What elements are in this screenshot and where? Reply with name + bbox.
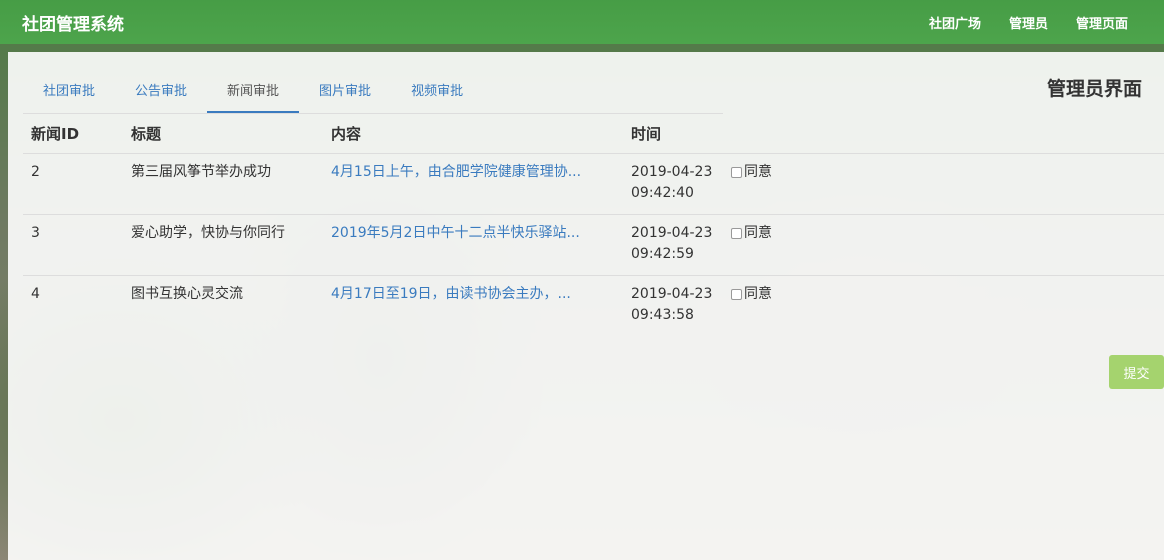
news-content-cell: 2019年5月2日中午十二点半快乐驿站...	[323, 214, 623, 276]
table-row: 4 图书互换心灵交流 4月17日至19日，由读书协会主办，... 2019-04…	[23, 275, 1164, 336]
column-header-action	[723, 114, 1164, 154]
news-time: 09:43:58	[631, 306, 694, 323]
nav-link-club-square[interactable]: 社团广场	[915, 13, 995, 32]
news-id-cell: 2	[23, 153, 123, 215]
news-content-cell: 4月17日至19日，由读书协会主办，...	[323, 275, 623, 336]
news-time: 09:42:59	[631, 245, 694, 262]
table-header-row: 新闻ID 标题 内容 时间	[23, 114, 1164, 154]
agree-checkbox[interactable]: 同意	[731, 223, 772, 244]
tab-video-review[interactable]: 视频审批	[391, 72, 483, 113]
column-header-news-id: 新闻ID	[23, 114, 123, 154]
main-panel: 社团审批 公告审批 新闻审批 图片审批 视频审批 管理员界面 新闻ID 标题 内…	[8, 52, 1164, 560]
agree-checkbox[interactable]: 同意	[731, 284, 772, 305]
review-tabs: 社团审批 公告审批 新闻审批 图片审批 视频审批	[23, 72, 723, 114]
news-content-link[interactable]: 4月15日上午，由合肥学院健康管理协...	[331, 162, 615, 183]
top-navbar: 社团管理系统 社团广场 管理员 管理页面	[0, 0, 1164, 44]
news-title-cell: 第三届风筝节举办成功	[123, 153, 323, 215]
news-title-cell: 图书互换心灵交流	[131, 285, 243, 302]
news-content-link[interactable]: 2019年5月2日中午十二点半快乐驿站...	[331, 223, 615, 244]
news-time-cell: 2019-04-23 09:42:59	[623, 214, 723, 276]
checkbox-box[interactable]	[731, 288, 742, 300]
column-header-title: 标题	[123, 114, 323, 154]
news-date: 2019-04-23	[631, 285, 713, 302]
table-row: 3 爱心助学，快协与你同行 2019年5月2日中午十二点半快乐驿站... 201…	[23, 214, 1164, 276]
agree-label: 同意	[744, 163, 772, 180]
tab-news-review[interactable]: 新闻审批	[207, 72, 300, 113]
news-date: 2019-04-23	[631, 224, 713, 241]
tab-image-review[interactable]: 图片审批	[299, 72, 391, 113]
column-header-content: 内容	[323, 114, 623, 154]
page-title: 管理员界面	[1046, 78, 1142, 100]
tab-notice-review[interactable]: 公告审批	[115, 72, 207, 113]
checkbox-box[interactable]	[731, 227, 742, 239]
news-time-cell: 2019-04-23 09:43:58	[623, 275, 723, 336]
news-content-cell: 4月15日上午，由合肥学院健康管理协...	[323, 153, 623, 215]
agree-label: 同意	[744, 285, 772, 302]
news-id-cell: 4	[31, 285, 40, 302]
news-date: 2019-04-23	[631, 163, 713, 180]
news-time: 09:42:40	[631, 184, 694, 201]
news-title-cell: 爱心助学，快协与你同行	[123, 214, 323, 276]
news-content-link[interactable]: 4月17日至19日，由读书协会主办，...	[331, 284, 615, 305]
submit-button[interactable]: 提交	[1109, 355, 1164, 389]
tab-club-review[interactable]: 社团审批	[23, 72, 115, 113]
nav-link-manage-page[interactable]: 管理页面	[1062, 13, 1142, 32]
news-action-cell: 同意	[723, 153, 1164, 215]
app-title[interactable]: 社团管理系统	[22, 10, 124, 35]
table-row: 2 第三届风筝节举办成功 4月15日上午，由合肥学院健康管理协... 2019-…	[23, 153, 1164, 215]
nav-links: 社团广场 管理员 管理页面	[915, 13, 1142, 32]
checkbox-box[interactable]	[731, 166, 742, 178]
agree-label: 同意	[744, 224, 772, 241]
news-action-cell: 同意	[723, 275, 1164, 336]
column-header-time: 时间	[623, 114, 723, 154]
agree-checkbox[interactable]: 同意	[731, 162, 772, 183]
nav-link-admin[interactable]: 管理员	[995, 13, 1062, 32]
news-action-cell: 同意	[723, 214, 1164, 276]
news-time-cell: 2019-04-23 09:42:40	[623, 153, 723, 215]
news-review-table: 新闻ID 标题 内容 时间 2 第三届风筝节举办成功 4月15日上午，由合肥学院…	[23, 114, 1164, 336]
news-id-cell: 3	[23, 214, 123, 276]
